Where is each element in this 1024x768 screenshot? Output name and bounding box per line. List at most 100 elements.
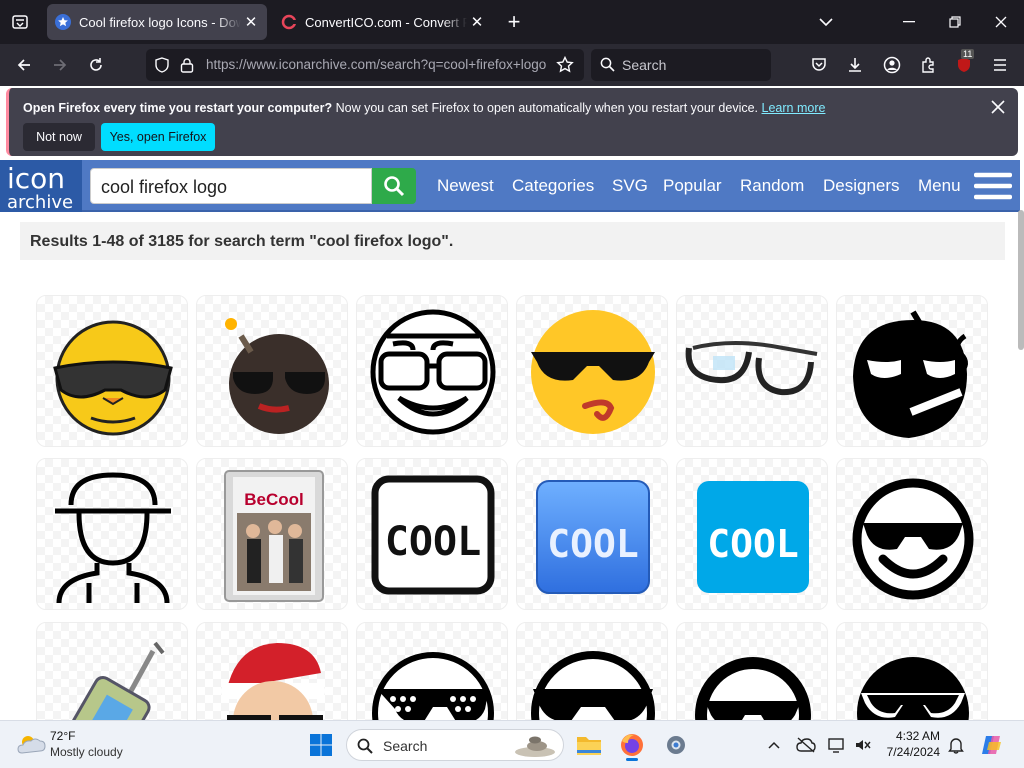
weather-cloudy-icon[interactable] xyxy=(16,731,46,757)
forward-icon[interactable] xyxy=(45,50,75,80)
new-tab-icon[interactable]: + xyxy=(499,7,529,37)
nav-categories[interactable]: Categories xyxy=(512,176,594,196)
search-placeholder: Search xyxy=(622,57,667,73)
close-window-icon[interactable] xyxy=(978,0,1024,44)
menu-hamburger-icon[interactable] xyxy=(974,172,1012,200)
copilot-icon[interactable] xyxy=(976,729,1008,761)
close-tab-icon[interactable]: ✕ xyxy=(467,13,487,31)
icon-result-line-face-glasses[interactable] xyxy=(356,295,508,447)
settings-gear-icon[interactable] xyxy=(660,729,692,761)
tab-bar: Cool firefox logo Icons - Download ✕ Con… xyxy=(0,0,1024,44)
tab-iconarchive[interactable]: Cool firefox logo Icons - Download ✕ xyxy=(47,4,267,40)
windows-start-icon[interactable] xyxy=(305,729,337,761)
downloads-icon[interactable] xyxy=(840,50,870,80)
icon-result-outline-sunglasses-face[interactable] xyxy=(516,622,668,720)
icon-result-filled-sunglasses-face[interactable] xyxy=(836,622,988,720)
icon-result-smiling-sunglasses[interactable] xyxy=(836,458,988,610)
learn-more-link[interactable]: Learn more xyxy=(762,101,826,115)
tab-convertico[interactable]: ConvertICO.com - Convert PNG ✕ xyxy=(273,4,493,40)
default-browser-notification: Open Firefox every time you restart your… xyxy=(6,88,1018,156)
results-summary: Results 1-48 of 3185 for search term "co… xyxy=(20,222,1005,260)
url-text[interactable]: https://www.iconarchive.com/search?q=coo… xyxy=(206,57,546,72)
nav-svg[interactable]: SVG xyxy=(612,176,648,196)
close-tab-icon[interactable]: ✕ xyxy=(241,13,261,31)
page-scrollbar[interactable] xyxy=(1018,210,1024,350)
shield-icon[interactable] xyxy=(154,57,170,73)
bookmark-star-icon[interactable] xyxy=(556,56,574,74)
close-notification-icon[interactable] xyxy=(991,100,1005,114)
icon-result-worker-outline[interactable] xyxy=(36,458,188,610)
icon-result-smoking-face[interactable] xyxy=(836,295,988,447)
list-all-tabs-icon[interactable] xyxy=(803,0,849,44)
tab-title: Cool firefox logo Icons - Download xyxy=(79,14,241,30)
cool-outline-icon: COOL xyxy=(371,475,495,595)
tab-list-icon[interactable] xyxy=(5,7,35,37)
search-icon xyxy=(384,176,405,197)
smiling-sunglasses-icon xyxy=(852,478,974,600)
taskbar-search[interactable]: Search xyxy=(346,729,564,761)
icon-result-cool-button[interactable]: COOL xyxy=(676,458,828,610)
minimize-icon[interactable] xyxy=(886,0,932,44)
icon-result-sunglasses-smiley[interactable] xyxy=(36,295,188,447)
icon-result-santa-sunglasses[interactable] xyxy=(196,622,348,720)
firefox-icon[interactable] xyxy=(616,729,648,761)
bomb-icon xyxy=(225,318,329,434)
nav-newest[interactable]: Newest xyxy=(437,176,494,196)
becool-dvd-icon: BeCool xyxy=(224,470,324,602)
cool-blue-button-icon: COOL xyxy=(536,480,650,594)
lock-icon[interactable] xyxy=(180,57,194,73)
clock-date[interactable]: 7/24/2024 xyxy=(872,745,940,759)
icon-result-emoji-sunglasses[interactable] xyxy=(516,295,668,447)
account-icon[interactable] xyxy=(877,50,907,80)
show-hidden-icons-chevron-icon[interactable] xyxy=(758,729,790,761)
sunglasses-smiley-icon xyxy=(53,320,173,436)
pocket-icon[interactable] xyxy=(804,50,834,80)
onedrive-offline-icon[interactable] xyxy=(790,729,822,761)
santa-sunglasses-icon xyxy=(221,643,325,720)
dotted-glasses-face-icon xyxy=(372,652,494,720)
icon-result-google-glass[interactable] xyxy=(676,295,828,447)
icon-result-becool-dvd[interactable]: BeCool xyxy=(196,458,348,610)
search-highlight-icon xyxy=(515,736,555,757)
icon-result-radio-device[interactable] xyxy=(36,622,188,720)
extensions-icon[interactable] xyxy=(913,50,943,80)
nav-designers[interactable]: Designers xyxy=(823,176,900,196)
icon-result-bomb[interactable] xyxy=(196,295,348,447)
file-explorer-icon[interactable] xyxy=(573,729,605,761)
search-icon xyxy=(357,738,373,754)
reload-icon[interactable] xyxy=(81,50,111,80)
google-glass-icon xyxy=(685,341,818,396)
search-icon xyxy=(600,57,615,72)
clock-time[interactable]: 4:32 AM xyxy=(882,729,940,743)
icon-result-dotted-glasses-face[interactable] xyxy=(356,622,508,720)
notification-bell-icon[interactable] xyxy=(940,729,972,761)
convertico-icon xyxy=(281,14,297,30)
site-logo[interactable]: icon archive xyxy=(0,160,82,213)
icon-search-input[interactable]: cool firefox logo xyxy=(90,168,372,204)
not-now-button[interactable]: Not now xyxy=(23,123,95,151)
cool-text: COOL xyxy=(707,522,799,566)
taskbar-search-label: Search xyxy=(383,738,428,754)
search-submit-button[interactable] xyxy=(372,168,416,204)
weather-description[interactable]: Mostly cloudy xyxy=(50,745,123,759)
notification-message: Open Firefox every time you restart your… xyxy=(23,101,825,115)
star-icon xyxy=(55,14,71,30)
restore-icon[interactable] xyxy=(932,0,978,44)
page-content: icon archive cool firefox logo Newest Ca… xyxy=(0,160,1020,720)
icon-result-cool-outline[interactable]: COOL xyxy=(356,458,508,610)
icon-result-cool-smiley-outline[interactable] xyxy=(676,622,828,720)
logo-text-archive: archive xyxy=(7,192,74,213)
yes-open-firefox-button[interactable]: Yes, open Firefox xyxy=(101,123,215,151)
hamburger-menu-icon[interactable] xyxy=(985,50,1015,80)
nav-menu[interactable]: Menu xyxy=(918,176,961,196)
search-bar[interactable]: Search xyxy=(591,49,771,81)
nav-popular[interactable]: Popular xyxy=(663,176,722,196)
back-icon[interactable] xyxy=(9,50,39,80)
weather-temp[interactable]: 72°F xyxy=(50,729,75,743)
ublock-icon[interactable]: 11 xyxy=(949,49,979,80)
nav-bar: https://www.iconarchive.com/search?q=coo… xyxy=(0,44,1024,86)
nav-random[interactable]: Random xyxy=(740,176,804,196)
url-bar[interactable]: https://www.iconarchive.com/search?q=coo… xyxy=(146,49,584,81)
smoking-face-icon xyxy=(853,310,968,438)
icon-result-cool-blue-button[interactable]: COOL xyxy=(516,458,668,610)
